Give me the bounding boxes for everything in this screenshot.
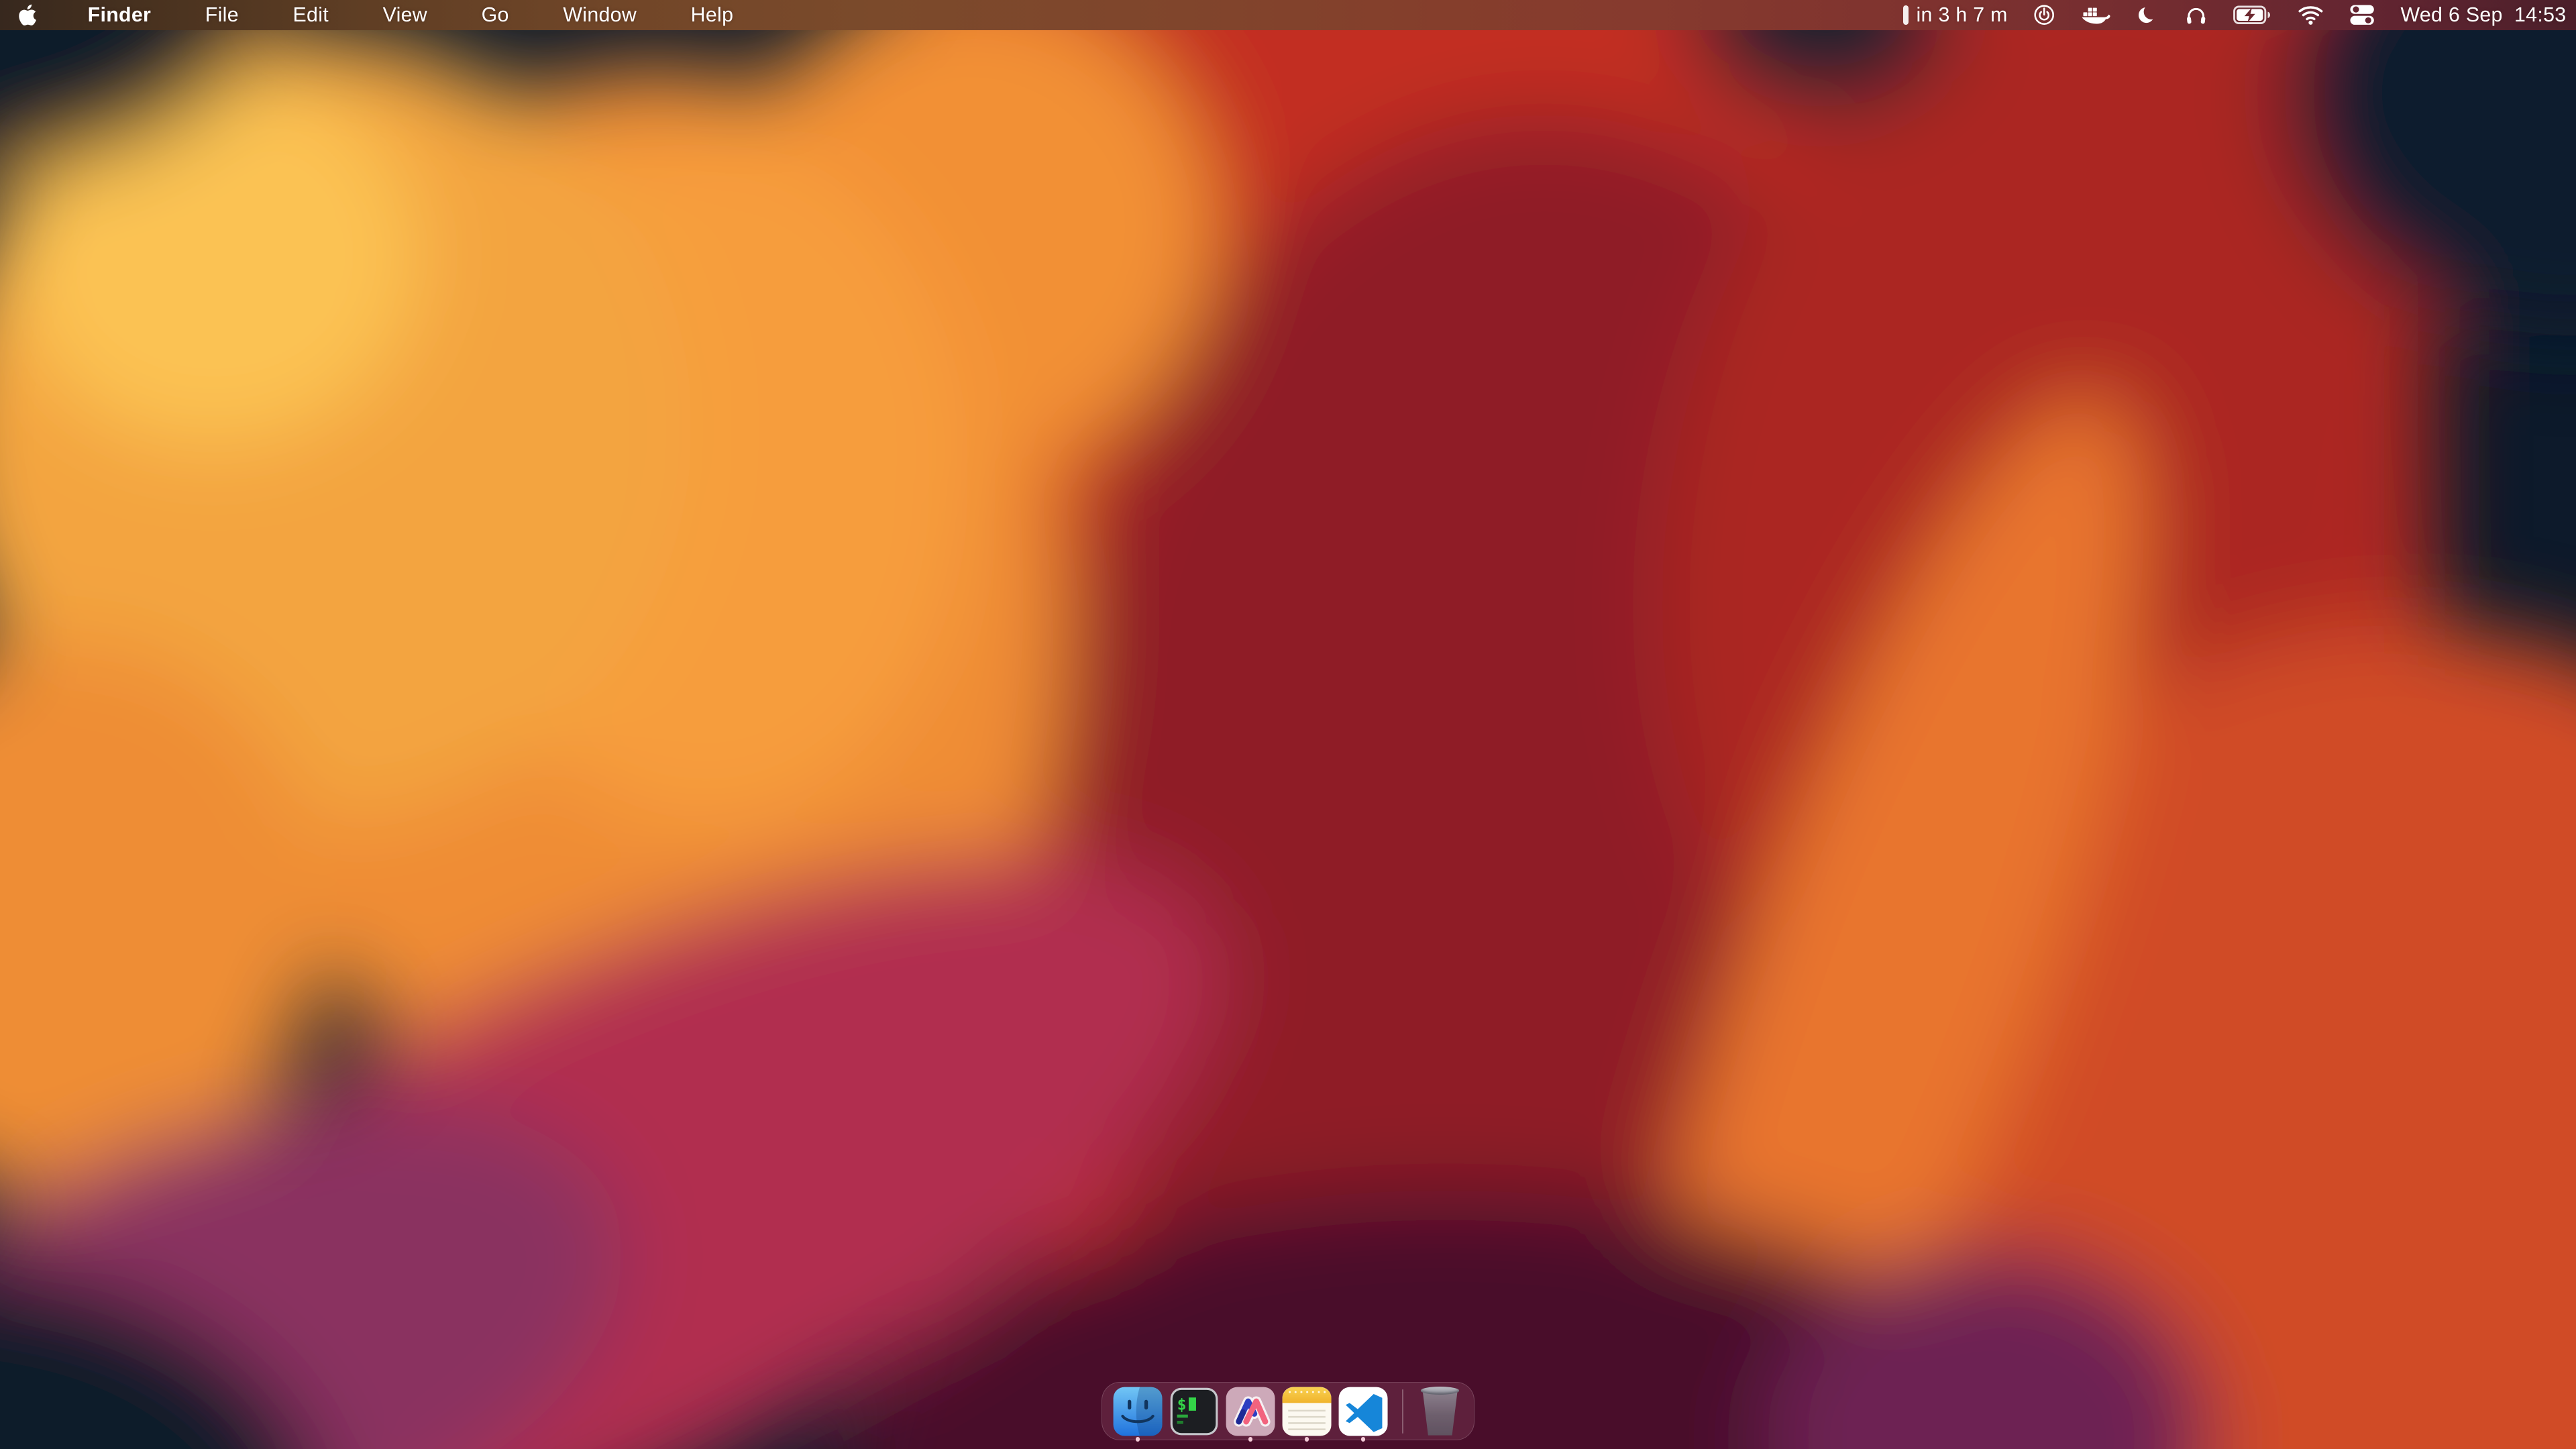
power-ring-icon[interactable]	[2021, 0, 2068, 30]
menu-help[interactable]: Help	[663, 0, 760, 30]
menu-file[interactable]: File	[178, 0, 266, 30]
app-menu-title[interactable]: Finder	[60, 0, 178, 30]
terminal-icon: $	[1169, 1387, 1219, 1436]
running-indicator	[1136, 1437, 1140, 1442]
trash-icon	[1421, 1387, 1460, 1435]
dock-item-letter-a-app[interactable]	[1226, 1387, 1275, 1442]
dock-item-vscode[interactable]	[1338, 1387, 1388, 1442]
running-indicator	[1361, 1437, 1366, 1442]
docker-whale-icon[interactable]	[2068, 0, 2124, 30]
dock-item-terminal[interactable]: $	[1169, 1387, 1219, 1442]
menu-edit[interactable]: Edit	[266, 0, 356, 30]
focus-moon-icon[interactable]	[2124, 0, 2171, 30]
event-countdown[interactable]: in 3 h 7 m	[1890, 0, 2021, 30]
menu-bar-left: Finder File Edit View Go Window Help	[0, 0, 761, 30]
countdown-label: in 3 h 7 m	[1917, 4, 2008, 27]
running-indicator	[1305, 1437, 1309, 1442]
dock-item-trash[interactable]	[1417, 1387, 1463, 1436]
apple-logo-icon	[19, 3, 36, 27]
headphones-icon[interactable]	[2171, 0, 2220, 30]
dock-separator	[1402, 1389, 1403, 1434]
dock: $	[1102, 1382, 1474, 1440]
desktop[interactable]: Finder File Edit View Go Window Help in …	[0, 0, 2576, 1449]
menu-window[interactable]: Window	[536, 0, 663, 30]
apple-menu[interactable]	[0, 0, 60, 30]
battery-charging-icon[interactable]	[2220, 0, 2284, 30]
clock-date: Wed 6 Sep	[2401, 4, 2503, 27]
control-center-icon[interactable]	[2337, 0, 2388, 30]
menu-go[interactable]: Go	[454, 0, 536, 30]
finder-icon	[1113, 1387, 1163, 1436]
dock-item-notes[interactable]	[1282, 1387, 1332, 1442]
wifi-icon[interactable]	[2284, 0, 2336, 30]
vscode-icon	[1338, 1387, 1388, 1436]
notes-icon	[1282, 1387, 1332, 1436]
menu-view[interactable]: View	[356, 0, 454, 30]
menu-bar-clock[interactable]: Wed 6 Sep 14:53	[2387, 0, 2576, 30]
clock-time: 14:53	[2514, 4, 2566, 27]
letter-a-app-icon	[1226, 1387, 1275, 1436]
wallpaper	[0, 0, 2576, 1449]
dock-item-finder[interactable]	[1113, 1387, 1163, 1442]
menu-bar: Finder File Edit View Go Window Help in …	[0, 0, 2576, 30]
svg-text:$: $	[1177, 1396, 1186, 1413]
menu-bar-status: in 3 h 7 m	[1890, 0, 2576, 30]
running-indicator	[1248, 1437, 1253, 1442]
countdown-bar-icon	[1903, 5, 1909, 25]
